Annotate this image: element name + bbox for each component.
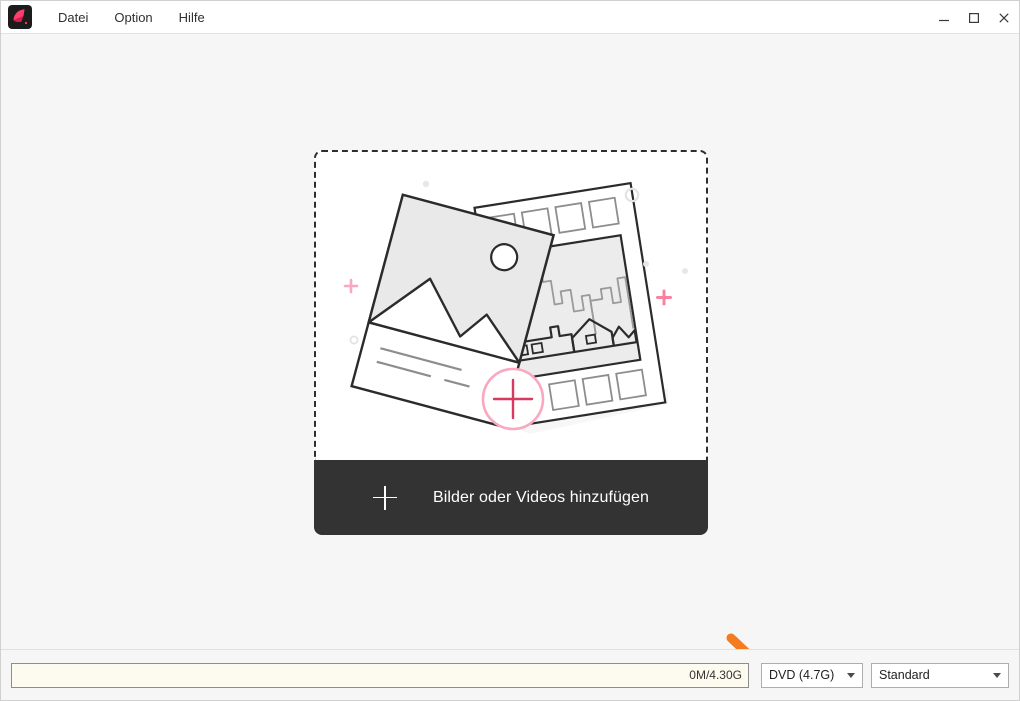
file-drop-zone[interactable] bbox=[314, 150, 708, 460]
close-button[interactable] bbox=[989, 1, 1019, 34]
orange-pointer-arrow bbox=[726, 633, 750, 649]
menu-item-hilfe[interactable]: Hilfe bbox=[166, 1, 218, 34]
add-media-button[interactable]: Bilder oder Videos hinzufügen bbox=[314, 460, 708, 535]
plus-icon bbox=[372, 485, 397, 510]
chevron-down-icon bbox=[993, 673, 1001, 678]
minimize-icon bbox=[939, 19, 949, 21]
decor-dot-top bbox=[422, 180, 430, 188]
minimize-button[interactable] bbox=[929, 1, 959, 34]
add-media-label: Bilder oder Videos hinzufügen bbox=[432, 488, 650, 506]
decor-dot-inner-right bbox=[643, 261, 649, 267]
menu-item-option[interactable]: Option bbox=[101, 1, 165, 34]
menu-bar: Datei Option Hilfe bbox=[45, 1, 218, 33]
close-icon bbox=[999, 12, 1009, 23]
plus-circle-icon bbox=[481, 367, 545, 431]
application-window: Datei Option Hilfe Bilder oder Videos hi… bbox=[0, 0, 1020, 701]
capacity-progress-bar[interactable]: 0M/4.30G bbox=[11, 662, 749, 688]
menu-item-datei[interactable]: Datei bbox=[45, 1, 101, 34]
disc-type-value: DVD (4.7G) bbox=[769, 668, 835, 682]
maximize-button[interactable] bbox=[959, 1, 989, 34]
decor-plus-right bbox=[656, 289, 672, 306]
photos-and-film-illustration bbox=[343, 180, 688, 434]
bottom-status-bar: 0M/4.30G DVD (4.7G) Standard bbox=[1, 649, 1019, 700]
decor-dot-right bbox=[682, 268, 688, 274]
window-controls bbox=[929, 1, 1019, 34]
maximize-icon bbox=[969, 12, 980, 23]
disc-type-select[interactable]: DVD (4.7G) bbox=[761, 662, 863, 688]
app-logo-icon bbox=[8, 5, 32, 29]
app-logo-glyph bbox=[13, 9, 28, 25]
main-content-area: Bilder oder Videos hinzufügen bbox=[1, 34, 1019, 649]
media-drop-card: Bilder oder Videos hinzufügen bbox=[314, 150, 708, 535]
decor-ring-left bbox=[349, 335, 359, 345]
chevron-down-icon bbox=[847, 673, 855, 678]
title-bar: Datei Option Hilfe bbox=[1, 1, 1019, 34]
decor-plus-left bbox=[343, 278, 359, 294]
quality-value: Standard bbox=[879, 668, 930, 682]
capacity-progress-label: 0M/4.30G bbox=[689, 668, 742, 682]
quality-select[interactable]: Standard bbox=[871, 662, 1009, 688]
